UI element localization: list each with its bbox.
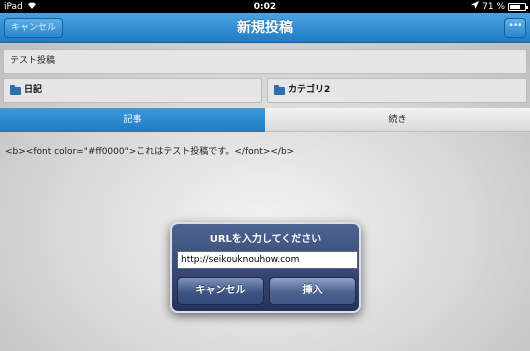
category-picker-label: カテゴリ2 bbox=[288, 85, 331, 95]
insert-button[interactable]: 挿入 bbox=[269, 277, 356, 305]
folder-icon bbox=[10, 84, 21, 95]
cancel-button[interactable]: キャンセル bbox=[4, 18, 64, 38]
battery-icon bbox=[508, 2, 528, 11]
blog-picker-label: 日記 bbox=[24, 85, 43, 95]
post-title-field[interactable]: テスト投稿 bbox=[3, 49, 527, 74]
nav-bar: 新規投稿 キャンセル ••• bbox=[0, 13, 530, 43]
battery-percent: 71 % bbox=[482, 1, 505, 12]
device-label: iPad bbox=[4, 1, 23, 12]
location-icon bbox=[471, 1, 480, 12]
category-picker[interactable]: カテゴリ2 bbox=[267, 78, 527, 103]
editor-tabs: 記事 続き bbox=[0, 108, 530, 132]
battery-fill bbox=[510, 4, 520, 9]
wifi-icon bbox=[27, 1, 37, 12]
url-input[interactable] bbox=[177, 251, 358, 269]
tab-continued[interactable]: 続き bbox=[265, 108, 530, 132]
status-bar: iPad 0:02 71 % bbox=[0, 0, 530, 13]
status-left: iPad bbox=[4, 1, 37, 12]
more-button[interactable]: ••• bbox=[504, 18, 526, 38]
alert-cancel-button[interactable]: キャンセル bbox=[177, 277, 264, 305]
editor-body[interactable]: <b><font color="#ff0000">これはテスト投稿です。</fo… bbox=[5, 144, 294, 157]
blog-picker[interactable]: 日記 bbox=[3, 78, 262, 103]
alert-title: URLを入力してください bbox=[209, 234, 322, 245]
tab-article[interactable]: 記事 bbox=[0, 108, 265, 132]
folder-icon bbox=[274, 84, 285, 95]
status-right: 71 % bbox=[471, 1, 528, 12]
url-alert-dialog: URLを入力してください キャンセル 挿入 bbox=[170, 222, 361, 313]
status-time: 0:02 bbox=[253, 1, 277, 12]
page-title: 新規投稿 bbox=[237, 20, 293, 36]
